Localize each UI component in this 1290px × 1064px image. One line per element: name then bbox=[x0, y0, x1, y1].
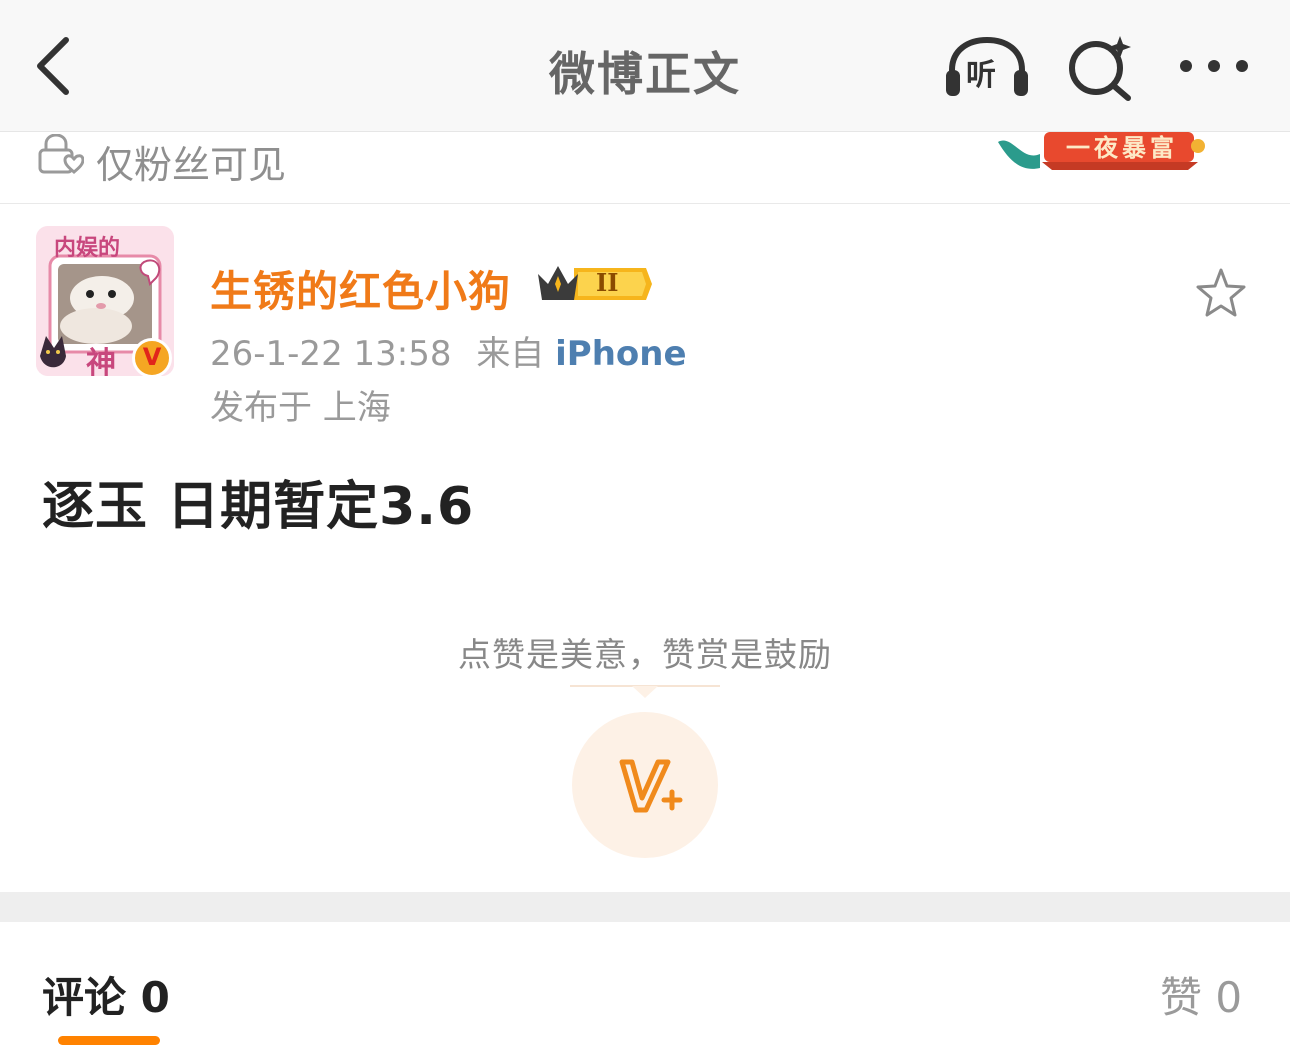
crown-icon bbox=[538, 266, 652, 300]
tab-comments[interactable]: 评论 0 bbox=[42, 964, 170, 1025]
star-icon bbox=[1196, 268, 1246, 317]
lucky-badge-text: 一夜暴富 bbox=[1066, 134, 1178, 162]
fans-only-label: 仅粉丝可见 bbox=[96, 143, 287, 187]
listen-label: 听 bbox=[966, 58, 996, 93]
active-tab-indicator bbox=[58, 1036, 160, 1045]
tab-likes[interactable]: 赞 0 bbox=[1160, 964, 1242, 1025]
reward-button[interactable] bbox=[572, 712, 718, 858]
post-time: 26-1-22 13:58 bbox=[210, 334, 452, 374]
more-dots-icon bbox=[1180, 60, 1248, 72]
favorite-button[interactable] bbox=[1194, 266, 1248, 320]
author-name[interactable]: 生锈的红色小狗 bbox=[210, 258, 511, 319]
avatar-caption-bottom: 神 bbox=[86, 346, 116, 376]
source-prefix: 来自 bbox=[476, 334, 545, 374]
search-sparkle-icon bbox=[1069, 36, 1131, 101]
more-button[interactable] bbox=[1176, 44, 1252, 88]
avatar-caption-top: 内娱的 bbox=[54, 236, 121, 261]
listen-button[interactable]: 听 bbox=[944, 36, 1030, 98]
post-location: 发布于 上海 bbox=[210, 388, 391, 428]
post-source[interactable]: iPhone bbox=[555, 334, 686, 374]
member-level: II bbox=[596, 268, 619, 297]
verified-mark: V bbox=[142, 343, 162, 371]
fans-only-lock-icon bbox=[38, 134, 84, 174]
reward-hint: 点赞是美意，赞赏是鼓励 bbox=[458, 635, 832, 674]
reward-pointer-icon bbox=[570, 685, 720, 698]
top-nav-bar: 微博正文 听 bbox=[0, 0, 1290, 132]
section-divider bbox=[0, 892, 1290, 922]
verified-badge: V bbox=[132, 338, 172, 378]
post-meta: 26-1-22 13:58 来自 iPhone bbox=[210, 326, 687, 375]
v-plus-icon bbox=[619, 759, 683, 813]
post-body-text: 逐玉 日期暂定3.6 bbox=[42, 477, 475, 537]
lucky-badge: 一夜暴富 bbox=[992, 132, 1206, 172]
member-crown-badge[interactable]: II bbox=[534, 260, 652, 306]
search-button[interactable] bbox=[1064, 32, 1136, 104]
